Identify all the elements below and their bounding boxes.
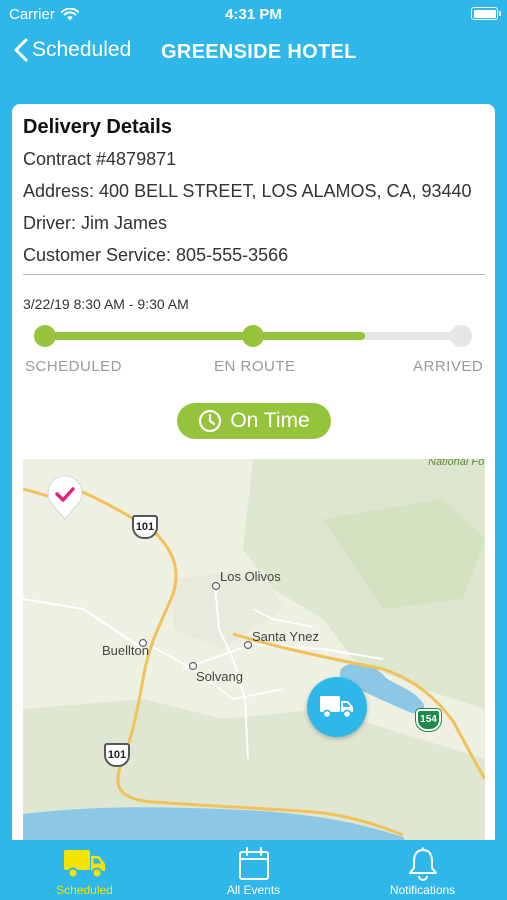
highway-shield-label: 154 xyxy=(420,714,437,725)
status-bar: Carrier 4:31 PM xyxy=(0,0,507,30)
tab-scheduled-label: Scheduled xyxy=(56,883,113,897)
step-label-scheduled: SCHEDULED xyxy=(25,358,123,375)
delivery-address: Address: 400 BELL STREET, LOS ALAMOS, CA… xyxy=(23,181,472,201)
navigation-bar: Scheduled GREENSIDE HOTEL xyxy=(0,30,507,76)
route-map[interactable]: National Fo Los Olivos Santa Ynez Buellt… xyxy=(23,459,485,864)
delivery-heading: Delivery Details xyxy=(23,116,172,138)
step-label-arrived: ARRIVED xyxy=(413,358,484,375)
progress-fill xyxy=(45,332,365,340)
map-label-solvang: Solvang xyxy=(196,669,243,684)
bell-icon xyxy=(408,847,437,881)
back-button[interactable]: Scheduled xyxy=(14,38,131,62)
step-dot-arrived xyxy=(450,325,472,347)
track-truck-button[interactable] xyxy=(307,677,367,737)
tab-notifications-label: Notifications xyxy=(389,883,456,897)
chevron-left-icon xyxy=(14,38,28,62)
step-dot-en-route xyxy=(242,325,264,347)
divider xyxy=(23,274,485,275)
map-label-los-olivos: Los Olivos xyxy=(220,569,281,584)
map-label-buellton: Buellton xyxy=(102,643,149,658)
back-button-label: Scheduled xyxy=(32,38,132,61)
status-time: 4:31 PM xyxy=(225,6,282,23)
contract-number: Contract #4879871 xyxy=(23,149,177,169)
highway-shield-101: 101 xyxy=(132,515,158,539)
tab-all-events-label: All Events xyxy=(226,883,281,897)
tab-scheduled[interactable]: Scheduled xyxy=(0,840,169,900)
driver-name: Driver: Jim James xyxy=(23,213,168,233)
truck-icon xyxy=(63,850,105,879)
delivery-card: Delivery Details Contract #4879871 Addre… xyxy=(12,104,495,864)
highway-shield-label: 101 xyxy=(135,521,155,533)
on-time-label: On Time xyxy=(230,409,310,432)
step-label-en-route: EN ROUTE xyxy=(214,358,296,375)
delivery-window: 3/22/19 8:30 AM - 9:30 AM xyxy=(23,296,189,312)
customer-service-phone[interactable]: Customer Service: 805-555-3566 xyxy=(23,245,288,266)
map-terrain xyxy=(23,459,485,864)
truck-icon xyxy=(320,696,353,719)
tab-all-events[interactable]: All Events xyxy=(169,840,338,900)
tab-bar: Scheduled All Events Notifications xyxy=(0,840,507,900)
battery-icon xyxy=(471,7,501,20)
calendar-icon xyxy=(238,847,269,880)
clock-icon xyxy=(199,409,222,433)
tab-notifications[interactable]: Notifications xyxy=(338,840,507,900)
destination-pin-icon[interactable] xyxy=(45,475,85,521)
highway-shield-101: 101 xyxy=(104,743,130,767)
map-label-national-forest: National Fo xyxy=(428,459,485,468)
highway-shield-label: 101 xyxy=(107,749,127,761)
highway-shield-154: 154 xyxy=(415,708,442,732)
map-label-santa-ynez: Santa Ynez xyxy=(252,629,319,644)
on-time-badge[interactable]: On Time xyxy=(177,403,331,439)
page-title: GREENSIDE HOTEL xyxy=(161,41,357,63)
step-dot-scheduled xyxy=(34,325,56,347)
